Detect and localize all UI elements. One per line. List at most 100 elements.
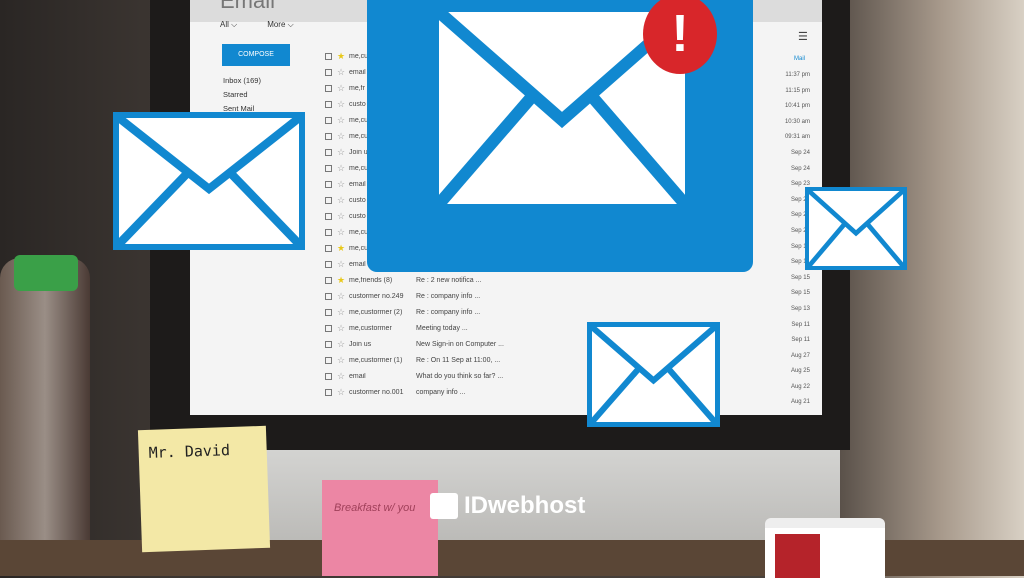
nav-starred[interactable]: Starred bbox=[223, 90, 248, 99]
row-checkbox[interactable] bbox=[325, 276, 332, 284]
star-icon[interactable]: ☆ bbox=[337, 115, 349, 126]
subject: Re : company info ... bbox=[416, 292, 481, 300]
sender: email bbox=[349, 372, 366, 380]
star-icon[interactable]: ☆ bbox=[337, 163, 349, 174]
hamburger-icon[interactable]: ☰ bbox=[798, 30, 808, 43]
email-row[interactable]: ☆ custormer no.001 company info ... bbox=[325, 384, 815, 400]
email-date: Sep 15 bbox=[790, 290, 810, 297]
sticky-note: Mr. David bbox=[137, 425, 271, 553]
star-icon[interactable]: ☆ bbox=[337, 147, 349, 158]
row-checkbox[interactable] bbox=[325, 260, 332, 268]
row-checkbox[interactable] bbox=[325, 388, 332, 396]
star-icon[interactable]: ☆ bbox=[337, 195, 349, 206]
star-icon[interactable]: ☆ bbox=[337, 211, 349, 222]
sender: custormer no.001 bbox=[349, 388, 404, 396]
row-checkbox[interactable] bbox=[325, 292, 332, 300]
star-icon[interactable]: ☆ bbox=[337, 323, 349, 334]
row-checkbox[interactable] bbox=[325, 244, 332, 252]
row-checkbox[interactable] bbox=[325, 52, 332, 60]
sender: me,custormer (1) bbox=[349, 356, 403, 364]
logo-mark-icon bbox=[430, 493, 458, 519]
tab-more[interactable]: More ⌵ bbox=[267, 20, 294, 30]
email-date: Sep 24 bbox=[790, 149, 810, 156]
water-bottle bbox=[0, 258, 90, 576]
sender: me,friends (8) bbox=[349, 276, 393, 284]
star-icon[interactable]: ☆ bbox=[337, 307, 349, 318]
star-icon[interactable]: ★ bbox=[337, 51, 349, 62]
envelope-icon bbox=[805, 187, 907, 270]
email-date: Aug 27 bbox=[790, 352, 810, 359]
email-date: Aug 22 bbox=[790, 383, 810, 390]
star-icon[interactable]: ☆ bbox=[337, 83, 349, 94]
filter-tabs: All ⌵ More ⌵ bbox=[220, 20, 294, 30]
star-icon[interactable]: ☆ bbox=[337, 179, 349, 190]
date-column: 11:37 pm 11:15 pm 10:41 pm 10:30 am 09:31 am… bbox=[750, 72, 810, 415]
row-checkbox[interactable] bbox=[325, 372, 332, 380]
row-checkbox[interactable] bbox=[325, 324, 332, 332]
logo-text: IDwebhost bbox=[464, 492, 586, 519]
row-checkbox[interactable] bbox=[325, 164, 332, 172]
star-icon[interactable]: ☆ bbox=[337, 99, 349, 110]
star-icon[interactable]: ☆ bbox=[337, 67, 349, 78]
sender: Join us bbox=[349, 340, 372, 348]
row-checkbox[interactable] bbox=[325, 196, 332, 204]
coffee-mug bbox=[765, 518, 885, 578]
email-row[interactable]: ☆ me,custormer (2) Re : company info ... bbox=[325, 304, 815, 320]
email-date: Sep 15 bbox=[790, 274, 810, 281]
star-icon[interactable]: ☆ bbox=[337, 355, 349, 366]
star-icon[interactable]: ★ bbox=[337, 275, 349, 286]
subject: New Sign-in on Computer ... bbox=[416, 340, 504, 348]
app-title: Email bbox=[220, 0, 276, 13]
row-checkbox[interactable] bbox=[325, 356, 332, 364]
star-icon[interactable]: ☆ bbox=[337, 131, 349, 142]
subject: What do you think so far? ... bbox=[416, 372, 504, 380]
star-icon[interactable]: ☆ bbox=[337, 371, 349, 382]
envelope-icon bbox=[587, 322, 720, 427]
star-icon[interactable]: ★ bbox=[337, 243, 349, 254]
star-icon[interactable]: ☆ bbox=[337, 387, 349, 398]
email-date: Sep 11 bbox=[791, 321, 810, 328]
email-date: 10:30 am bbox=[784, 118, 810, 125]
row-checkbox[interactable] bbox=[325, 68, 332, 76]
subject: Re : 2 new notifica ... bbox=[416, 276, 482, 284]
email-row[interactable]: ★ me,friends (8) Re : 2 new notifica ... bbox=[325, 272, 815, 288]
sender: me,custormer bbox=[349, 324, 392, 332]
bottle-cap bbox=[14, 255, 78, 291]
email-date: 11:37 pm bbox=[785, 72, 810, 78]
star-icon[interactable]: ☆ bbox=[337, 339, 349, 350]
email-date: Aug 21 bbox=[790, 399, 810, 406]
star-icon[interactable]: ☆ bbox=[337, 259, 349, 270]
subject: Meeting today ... bbox=[416, 324, 468, 332]
email-date: Sep 21 bbox=[790, 227, 810, 234]
star-icon[interactable]: ☆ bbox=[337, 291, 349, 302]
email-date: Sep 22 bbox=[790, 212, 810, 219]
email-date: Aug 25 bbox=[790, 368, 810, 375]
envelope-icon bbox=[113, 112, 305, 250]
tab-all[interactable]: All ⌵ bbox=[220, 20, 237, 30]
email-date: Sep 18 bbox=[790, 243, 810, 250]
email-row[interactable]: ☆ me,custormer (1) Re : On 11 Sep at 11:00… bbox=[325, 352, 815, 368]
row-checkbox[interactable] bbox=[325, 148, 332, 156]
compose-button[interactable]: COMPOSE bbox=[222, 44, 290, 66]
row-checkbox[interactable] bbox=[325, 212, 332, 220]
email-row[interactable]: ☆ custormer no.249 Re : company info ... bbox=[325, 288, 815, 304]
email-row[interactable]: ☆ me,custormer Meeting today ... bbox=[325, 320, 815, 336]
row-checkbox[interactable] bbox=[325, 308, 332, 316]
email-date: Sep 23 bbox=[790, 181, 810, 188]
email-row[interactable]: ☆ Join us New Sign-in on Computer ... bbox=[325, 336, 815, 352]
subject: Re : company info ... bbox=[416, 308, 481, 316]
row-checkbox[interactable] bbox=[325, 340, 332, 348]
row-checkbox[interactable] bbox=[325, 100, 332, 108]
nav-inbox[interactable]: Inbox (169) bbox=[223, 76, 261, 85]
email-row[interactable]: ☆ email What do you think so far? ... bbox=[325, 368, 815, 384]
pink-sticky-note: Breakfast w/ you bbox=[322, 480, 438, 576]
email-date: Sep 11 bbox=[791, 337, 810, 344]
row-checkbox[interactable] bbox=[325, 84, 332, 92]
subject: company info ... bbox=[416, 388, 466, 396]
email-date: 11:15 pm bbox=[785, 87, 810, 94]
row-checkbox[interactable] bbox=[325, 132, 332, 140]
row-checkbox[interactable] bbox=[325, 228, 332, 236]
star-icon[interactable]: ☆ bbox=[337, 227, 349, 238]
row-checkbox[interactable] bbox=[325, 116, 332, 124]
row-checkbox[interactable] bbox=[325, 180, 332, 188]
